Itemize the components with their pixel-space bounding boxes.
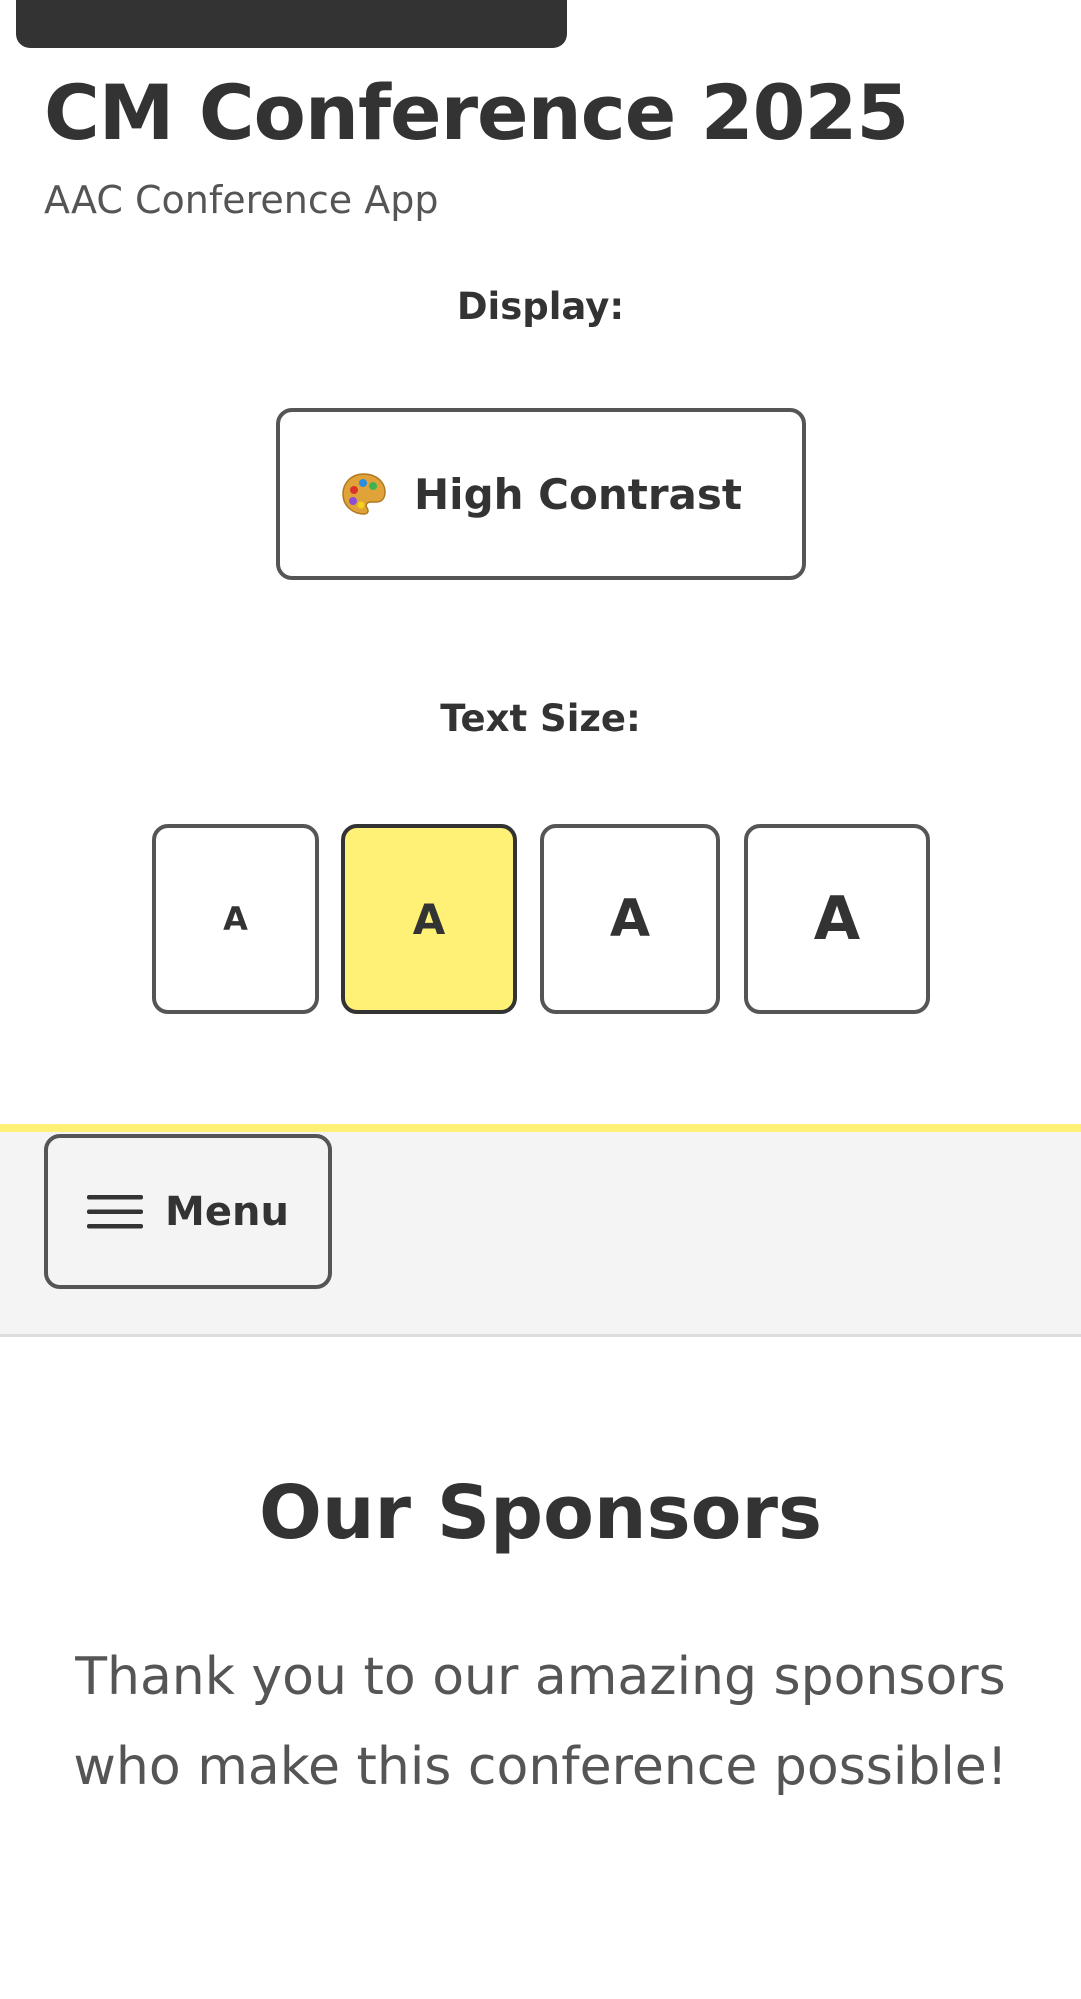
hamburger-icon — [87, 1193, 144, 1231]
menu-button[interactable]: Menu — [44, 1134, 332, 1289]
sponsors-heading: Our Sponsors — [258, 1470, 823, 1556]
text-size-xlarge-button[interactable]: A — [744, 824, 930, 1014]
text-size-medium-button[interactable]: A — [341, 824, 517, 1014]
page-title: CM Conference 2025 — [44, 68, 909, 157]
text-size-small-button[interactable]: A — [152, 824, 319, 1014]
page: CM Conference 2025 AAC Conference App Di… — [0, 0, 1081, 1999]
palette-icon — [340, 470, 388, 518]
high-contrast-button[interactable]: High Contrast — [276, 408, 806, 580]
text-size-label: Text Size: — [440, 697, 641, 740]
top-bar — [16, 0, 567, 48]
display-label: Display: — [456, 285, 625, 328]
sponsors-intro-text: Thank you to our amazing sponsors who ma… — [73, 1647, 1008, 1797]
text-size-large-button[interactable]: A — [540, 824, 720, 1014]
page-subtitle: AAC Conference App — [44, 178, 439, 222]
high-contrast-label: High Contrast — [414, 469, 742, 519]
menu-label: Menu — [165, 1188, 289, 1235]
